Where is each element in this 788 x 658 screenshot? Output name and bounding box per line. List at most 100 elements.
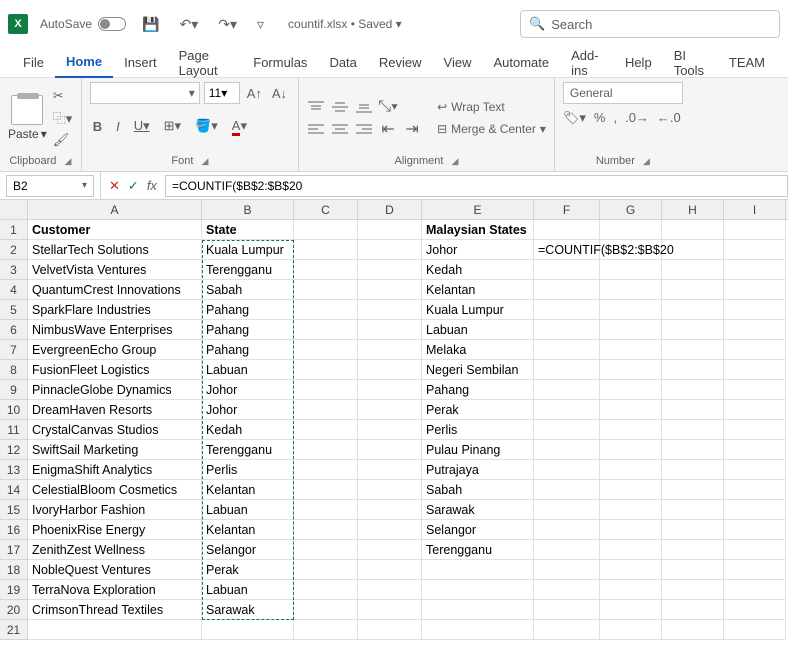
spreadsheet-grid[interactable]: A B C D E F G H I 1CustomerStateMalaysia…	[0, 200, 788, 640]
tab-bitools[interactable]: BI Tools	[663, 48, 718, 78]
cell[interactable]	[534, 280, 600, 300]
cell[interactable]: ZenithZest Wellness	[28, 540, 202, 560]
cell[interactable]	[422, 620, 534, 640]
cell[interactable]	[422, 580, 534, 600]
cell[interactable]: Kuala Lumpur	[422, 300, 534, 320]
cell[interactable]: Melaka	[422, 340, 534, 360]
cell[interactable]	[600, 440, 662, 460]
cell[interactable]: Selangor	[202, 540, 294, 560]
cell[interactable]: Kedah	[202, 420, 294, 440]
cell[interactable]	[294, 360, 358, 380]
cell[interactable]	[534, 400, 600, 420]
cell[interactable]	[294, 580, 358, 600]
font-color-icon[interactable]: A▾	[229, 118, 250, 134]
cell[interactable]: EnigmaShift Analytics	[28, 460, 202, 480]
cell[interactable]	[662, 580, 724, 600]
cell[interactable]	[534, 540, 600, 560]
cell[interactable]: Labuan	[202, 360, 294, 380]
row-header[interactable]: 14	[0, 480, 28, 500]
row-header[interactable]: 15	[0, 500, 28, 520]
align-right-icon[interactable]	[355, 122, 373, 136]
cell[interactable]	[358, 360, 422, 380]
cell[interactable]	[534, 220, 600, 240]
cell[interactable]	[294, 460, 358, 480]
cell[interactable]: Labuan	[422, 320, 534, 340]
cell[interactable]: Perak	[202, 560, 294, 580]
cell[interactable]	[534, 620, 600, 640]
cell[interactable]	[294, 540, 358, 560]
row-header[interactable]: 12	[0, 440, 28, 460]
row-header[interactable]: 5	[0, 300, 28, 320]
cell[interactable]	[28, 620, 202, 640]
cell[interactable]	[724, 240, 786, 260]
cell[interactable]: CrimsonThread Textiles	[28, 600, 202, 620]
cell[interactable]	[358, 400, 422, 420]
cell[interactable]	[600, 280, 662, 300]
cell[interactable]	[294, 400, 358, 420]
row-header[interactable]: 10	[0, 400, 28, 420]
column-header[interactable]: C	[294, 200, 358, 219]
cell[interactable]	[662, 460, 724, 480]
row-header[interactable]: 3	[0, 260, 28, 280]
cell[interactable]	[724, 480, 786, 500]
number-format-select[interactable]: General	[563, 82, 683, 104]
cell[interactable]	[600, 400, 662, 420]
cell[interactable]	[724, 600, 786, 620]
cell[interactable]	[422, 560, 534, 580]
cell[interactable]	[662, 600, 724, 620]
search-input[interactable]: 🔍 Search	[520, 10, 780, 38]
cell[interactable]: Pahang	[202, 340, 294, 360]
row-header[interactable]: 13	[0, 460, 28, 480]
cell[interactable]	[358, 500, 422, 520]
cell[interactable]: Labuan	[202, 580, 294, 600]
increase-decimal-icon[interactable]: .0→	[625, 110, 649, 126]
cell[interactable]	[534, 380, 600, 400]
cell[interactable]	[534, 520, 600, 540]
paste-icon[interactable]	[11, 95, 43, 125]
align-middle-icon[interactable]	[331, 100, 349, 114]
cell[interactable]: Pahang	[422, 380, 534, 400]
cell[interactable]	[358, 520, 422, 540]
cell[interactable]	[600, 320, 662, 340]
cell[interactable]	[358, 420, 422, 440]
cell[interactable]: Johor	[422, 240, 534, 260]
cell[interactable]	[294, 440, 358, 460]
formula-input[interactable]: =COUNTIF($B$2:$B$20	[165, 175, 788, 197]
row-header[interactable]: 9	[0, 380, 28, 400]
cell[interactable]	[294, 280, 358, 300]
cell[interactable]	[358, 220, 422, 240]
cell[interactable]	[294, 320, 358, 340]
paste-button[interactable]: Paste ▾	[8, 127, 47, 141]
cell[interactable]	[600, 540, 662, 560]
wrap-text-button[interactable]: ↩Wrap Text	[437, 100, 546, 114]
fill-color-icon[interactable]: 🪣▾	[192, 118, 221, 134]
cell[interactable]	[534, 340, 600, 360]
align-center-icon[interactable]	[331, 122, 349, 136]
cell[interactable]: TerraNova Exploration	[28, 580, 202, 600]
cell[interactable]	[358, 260, 422, 280]
cell[interactable]: Customer	[28, 220, 202, 240]
font-family-select[interactable]: ▾	[90, 82, 200, 104]
cell[interactable]: SparkFlare Industries	[28, 300, 202, 320]
cell[interactable]: Pahang	[202, 320, 294, 340]
cell[interactable]	[358, 240, 422, 260]
cell[interactable]: Perlis	[422, 420, 534, 440]
cell[interactable]	[724, 300, 786, 320]
cell[interactable]	[358, 480, 422, 500]
cell[interactable]	[724, 260, 786, 280]
cell[interactable]	[358, 600, 422, 620]
redo-icon[interactable]: ↷▾	[214, 16, 241, 33]
cell[interactable]: Kelantan	[202, 520, 294, 540]
cell[interactable]: PhoenixRise Energy	[28, 520, 202, 540]
row-header[interactable]: 6	[0, 320, 28, 340]
cell[interactable]	[294, 500, 358, 520]
cell[interactable]	[294, 260, 358, 280]
cell[interactable]: DreamHaven Resorts	[28, 400, 202, 420]
tab-view[interactable]: View	[433, 48, 483, 78]
cell[interactable]	[534, 500, 600, 520]
cell[interactable]	[724, 220, 786, 240]
cell[interactable]	[294, 480, 358, 500]
cell[interactable]	[662, 340, 724, 360]
dialog-launcher-icon[interactable]: ◢	[201, 156, 208, 167]
column-header[interactable]: B	[202, 200, 294, 219]
